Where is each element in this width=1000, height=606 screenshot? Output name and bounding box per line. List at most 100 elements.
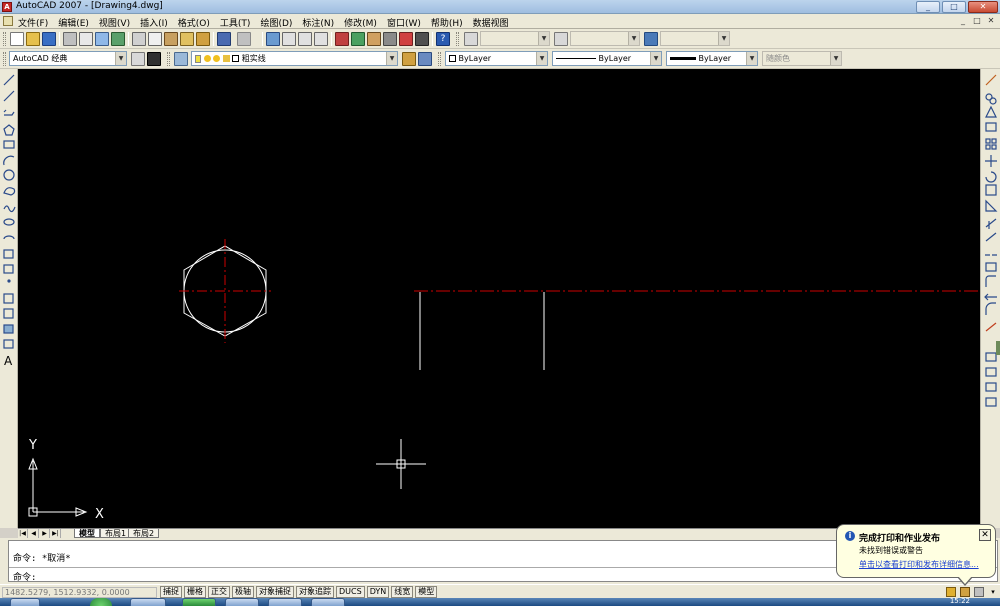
pan-icon[interactable]: [266, 32, 280, 46]
menu-view[interactable]: 视图(V): [99, 16, 130, 29]
plot-preview-icon[interactable]: [79, 32, 93, 46]
save-icon[interactable]: [42, 32, 56, 46]
taskbar-item[interactable]: [225, 598, 259, 606]
toolbar-grip[interactable]: [996, 341, 1000, 355]
tab-model[interactable]: 模型: [74, 529, 100, 538]
status-menu-icon[interactable]: ▾: [988, 587, 998, 597]
taskbar-item[interactable]: [182, 598, 216, 606]
next-tab-button[interactable]: ▶: [40, 529, 50, 538]
layer-manager-icon[interactable]: [174, 52, 188, 66]
plot-style-combo[interactable]: 随颜色 ▼: [762, 51, 842, 66]
design-center-icon[interactable]: [351, 32, 365, 46]
cut-icon[interactable]: [132, 32, 146, 46]
zoom-window-icon[interactable]: [298, 32, 312, 46]
ducs-toggle[interactable]: DUCS: [336, 586, 365, 598]
document-icon[interactable]: [3, 16, 13, 26]
table-style-icon[interactable]: [644, 32, 658, 46]
dim-style-icon[interactable]: [554, 32, 568, 46]
block-editor-icon[interactable]: [196, 32, 210, 46]
menu-modify[interactable]: 修改(M): [344, 16, 377, 29]
menu-tools[interactable]: 工具(T): [220, 16, 251, 29]
paste-icon[interactable]: [164, 32, 178, 46]
make-object-layer-current-icon[interactable]: [402, 52, 416, 66]
last-tab-button[interactable]: ▶|: [51, 529, 61, 538]
copy-icon[interactable]: [148, 32, 162, 46]
workspace-combo[interactable]: AutoCAD 经典 ▼: [9, 51, 127, 66]
dim-style-combo[interactable]: ▼: [570, 31, 640, 46]
menu-data-view[interactable]: 数据视图: [473, 16, 509, 29]
my-workspace-icon[interactable]: [147, 52, 161, 66]
menu-help[interactable]: 帮助(H): [431, 16, 463, 29]
close-button[interactable]: ✕: [968, 1, 998, 13]
toolbar-grip[interactable]: [438, 52, 441, 66]
menu-insert[interactable]: 插入(I): [140, 16, 168, 29]
command-prompt[interactable]: 命令:: [13, 570, 36, 583]
tool-palettes-icon[interactable]: [367, 32, 381, 46]
print-icon[interactable]: [63, 32, 77, 46]
table-style-combo[interactable]: ▼: [660, 31, 730, 46]
layer-combo[interactable]: 粗实线 ▼: [191, 51, 398, 66]
taskbar-item[interactable]: [268, 598, 302, 606]
text-style-icon[interactable]: [464, 32, 478, 46]
toolbar-grip[interactable]: [3, 32, 6, 46]
text-style-combo[interactable]: ▼: [480, 31, 550, 46]
model-space-toggle[interactable]: 模型: [415, 586, 438, 598]
multiline-text-icon[interactable]: A: [4, 354, 13, 368]
toolbar-grip[interactable]: [167, 52, 170, 66]
drawing-canvas[interactable]: Y X: [18, 69, 980, 528]
redo-icon[interactable]: [237, 32, 251, 46]
undo-icon[interactable]: [217, 32, 231, 46]
otrack-toggle[interactable]: 对象追踪: [296, 586, 334, 598]
tab-layout1[interactable]: 布局1: [100, 529, 132, 538]
doc-close-button[interactable]: ✕: [986, 16, 996, 26]
match-properties-icon[interactable]: [180, 32, 194, 46]
zoom-realtime-icon[interactable]: [282, 32, 296, 46]
first-tab-button[interactable]: |◀: [18, 529, 28, 538]
lineweight-toggle[interactable]: 线宽: [391, 586, 414, 598]
help-icon[interactable]: ?: [436, 32, 450, 46]
3d-dwf-icon[interactable]: [111, 32, 125, 46]
osnap-toggle[interactable]: 对象捕捉: [256, 586, 294, 598]
doc-minimize-button[interactable]: _: [958, 16, 968, 26]
balloon-details-link[interactable]: 单击以查看打印和发布详细信息...: [859, 559, 979, 570]
maximize-button[interactable]: □: [942, 1, 966, 13]
menu-file[interactable]: 文件(F): [18, 16, 48, 29]
ortho-toggle[interactable]: 正交: [208, 586, 230, 598]
minimize-button[interactable]: _: [916, 1, 940, 13]
taskbar-item[interactable]: [311, 598, 345, 606]
open-icon[interactable]: [26, 32, 40, 46]
linetype-combo[interactable]: ByLayer ▼: [552, 51, 662, 66]
taskbar-item[interactable]: [10, 598, 40, 606]
menu-format[interactable]: 格式(O): [178, 16, 210, 29]
sheet-set-icon[interactable]: [383, 32, 397, 46]
menu-window[interactable]: 窗口(W): [387, 16, 421, 29]
lock-icon[interactable]: [960, 587, 970, 597]
snap-toggle[interactable]: 捕捉: [160, 586, 182, 598]
toolbar-grip[interactable]: [3, 52, 6, 66]
zoom-previous-icon[interactable]: [314, 32, 328, 46]
start-orb-icon[interactable]: [90, 598, 112, 606]
markup-icon[interactable]: [399, 32, 413, 46]
plot-status-icon[interactable]: [946, 587, 956, 597]
new-icon[interactable]: [10, 32, 24, 46]
workspace-settings-icon[interactable]: [131, 52, 145, 66]
taskbar-item[interactable]: [130, 598, 166, 606]
doc-restore-button[interactable]: □: [972, 16, 982, 26]
polar-toggle[interactable]: 极轴: [232, 586, 254, 598]
calculator-icon[interactable]: [415, 32, 429, 46]
dyn-toggle[interactable]: DYN: [366, 586, 390, 598]
tab-layout2[interactable]: 布局2: [128, 529, 160, 538]
properties-icon[interactable]: [335, 32, 349, 46]
menu-dimension[interactable]: 标注(N): [302, 16, 334, 29]
color-combo[interactable]: ByLayer ▼: [445, 51, 548, 66]
toolbar-grip[interactable]: [456, 32, 459, 46]
communication-center-icon[interactable]: [974, 587, 984, 597]
lineweight-combo[interactable]: ByLayer ▼: [666, 51, 758, 66]
coordinate-display[interactable]: 1482.5279, 1512.9332, 0.0000: [2, 587, 157, 598]
publish-icon[interactable]: [95, 32, 109, 46]
menu-edit[interactable]: 编辑(E): [58, 16, 89, 29]
menu-draw[interactable]: 绘图(D): [260, 16, 292, 29]
layer-previous-icon[interactable]: [418, 52, 432, 66]
prev-tab-button[interactable]: ◀: [29, 529, 39, 538]
grid-toggle[interactable]: 栅格: [184, 586, 206, 598]
